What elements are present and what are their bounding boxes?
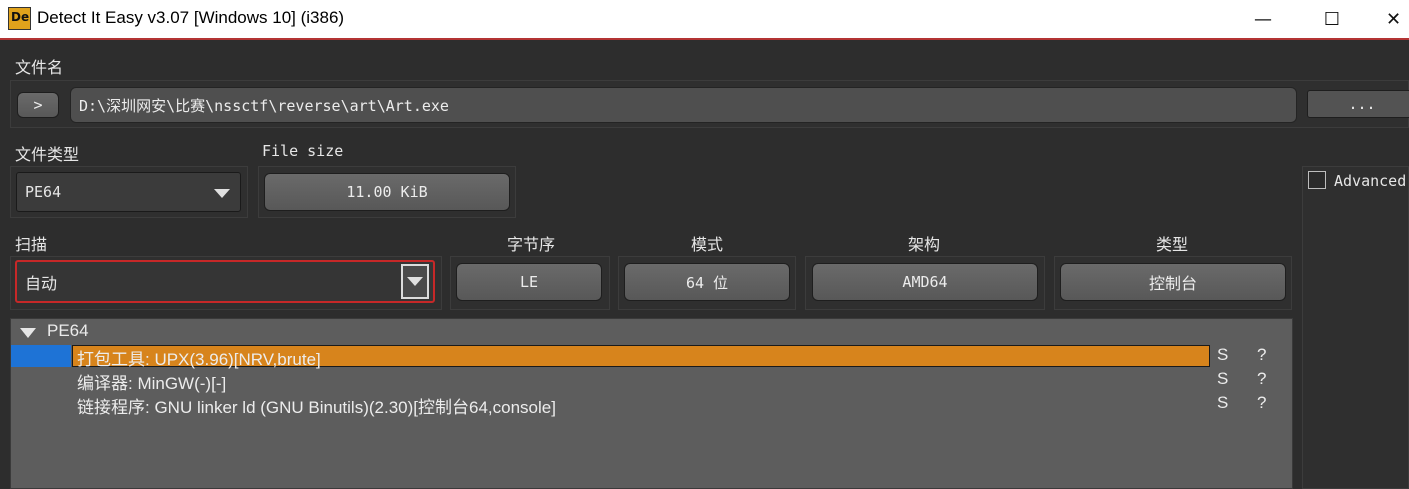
chevron-right-icon: > bbox=[33, 96, 43, 114]
signature-flag-s[interactable]: S bbox=[1217, 393, 1228, 413]
scan-dropdown-button[interactable] bbox=[401, 264, 429, 299]
chevron-down-icon bbox=[407, 277, 423, 286]
scan-select[interactable]: 自动 bbox=[15, 260, 435, 303]
file-type-value: PE64 bbox=[25, 183, 62, 201]
arch-button[interactable]: AMD64 bbox=[812, 263, 1038, 301]
file-size-button[interactable]: 11.00 KiB bbox=[264, 173, 510, 211]
mode-button[interactable]: 64 位 bbox=[624, 263, 790, 301]
result-item-linker[interactable]: 链接程序: GNU linker ld (GNU Binutils)(2.30)… bbox=[77, 393, 556, 418]
endianness-button[interactable]: LE bbox=[456, 263, 602, 301]
app-icon: De bbox=[8, 7, 31, 30]
advanced-panel bbox=[1302, 166, 1409, 489]
type-value: 控制台 bbox=[1148, 274, 1197, 293]
type-label: 类型 bbox=[1156, 235, 1189, 254]
endianness-value: LE bbox=[519, 273, 539, 291]
file-name-label: 文件名 bbox=[15, 58, 64, 77]
file-type-label: 文件类型 bbox=[15, 145, 80, 164]
info-flag-question[interactable]: ? bbox=[1257, 369, 1266, 389]
minimize-button[interactable]: — bbox=[1240, 0, 1286, 38]
window-title: Detect It Easy v3.07 [Windows 10] (i386) bbox=[37, 8, 345, 27]
collapse-triangle-icon[interactable] bbox=[20, 328, 36, 338]
minimize-icon: — bbox=[1254, 8, 1272, 30]
advanced-checkbox[interactable] bbox=[1308, 171, 1326, 189]
type-button[interactable]: 控制台 bbox=[1060, 263, 1286, 301]
signature-flag-s[interactable]: S bbox=[1217, 369, 1228, 389]
maximize-icon: ☐ bbox=[1323, 8, 1341, 30]
info-flag-question[interactable]: ? bbox=[1257, 345, 1266, 365]
chevron-down-icon bbox=[214, 189, 230, 198]
info-flag-question[interactable]: ? bbox=[1257, 393, 1266, 413]
file-size-label: File size bbox=[262, 142, 344, 160]
result-item-packer[interactable]: 打包工具: UPX(3.96)[NRV,brute] bbox=[77, 345, 321, 370]
selection-marker bbox=[11, 345, 71, 367]
close-icon: ✕ bbox=[1385, 8, 1402, 30]
browse-button[interactable]: ... bbox=[1307, 90, 1409, 118]
mode-label: 模式 bbox=[691, 235, 724, 254]
result-item-compiler[interactable]: 编译器: MinGW(-)[-] bbox=[77, 369, 226, 394]
endianness-label: 字节序 bbox=[507, 235, 556, 254]
advanced-label: Advanced bbox=[1334, 172, 1407, 190]
scan-label: 扫描 bbox=[15, 235, 48, 254]
maximize-button[interactable]: ☐ bbox=[1309, 0, 1355, 38]
file-size-value: 11.00 KiB bbox=[346, 183, 428, 201]
expand-button[interactable]: > bbox=[17, 92, 59, 118]
scan-value: 自动 bbox=[25, 273, 58, 293]
arch-value: AMD64 bbox=[902, 273, 948, 291]
tree-root-pe64[interactable]: PE64 bbox=[47, 321, 89, 341]
file-path-field[interactable]: D:\深圳网安\比赛\nssctf\reverse\art\Art.exe bbox=[70, 87, 1297, 123]
title-bar: De Detect It Easy v3.07 [Windows 10] (i3… bbox=[0, 0, 1409, 40]
arch-label: 架构 bbox=[908, 235, 941, 254]
mode-value: 64 位 bbox=[685, 273, 729, 292]
results-tree: PE64 打包工具: UPX(3.96)[NRV,brute] S ? 编译器:… bbox=[10, 318, 1293, 489]
signature-flag-s[interactable]: S bbox=[1217, 345, 1228, 365]
browse-label: ... bbox=[1348, 95, 1376, 113]
file-path-value: D:\深圳网安\比赛\nssctf\reverse\art\Art.exe bbox=[79, 96, 449, 115]
file-type-select[interactable]: PE64 bbox=[16, 172, 241, 212]
close-button[interactable]: ✕ bbox=[1378, 0, 1409, 38]
